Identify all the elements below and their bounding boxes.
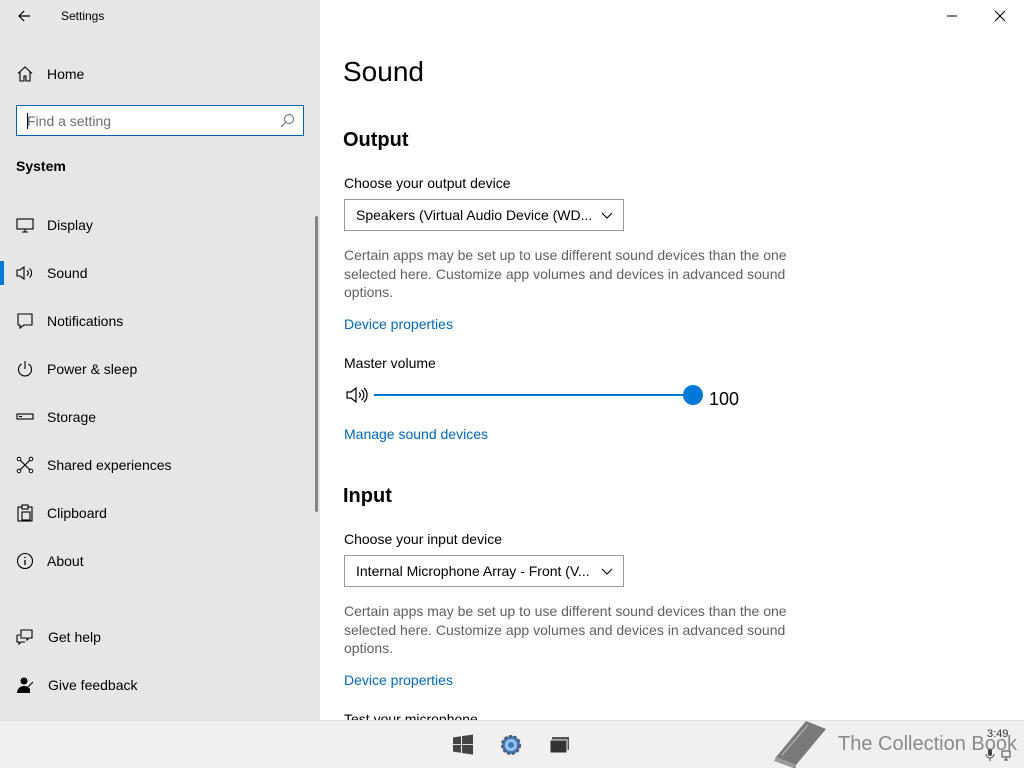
notification-icon: [17, 313, 33, 330]
input-description: Certain apps may be set up to use differ…: [344, 603, 787, 656]
output-heading: Output: [343, 129, 409, 151]
sidebar-item-clipboard[interactable]: Clipboard: [0, 493, 316, 533]
home-icon: [17, 66, 33, 82]
back-button[interactable]: [10, 4, 38, 28]
sidebar-item-label: About: [47, 553, 84, 569]
close-icon: [994, 10, 1006, 22]
sidebar-item-sound[interactable]: Sound: [0, 253, 316, 293]
sidebar-item-label: Display: [47, 217, 93, 233]
get-help-link[interactable]: Get help: [0, 617, 316, 657]
speaker-icon: [16, 265, 32, 281]
search-box[interactable]: [16, 105, 304, 136]
give-feedback-link[interactable]: Give feedback: [0, 665, 316, 705]
minimize-button[interactable]: [929, 0, 975, 32]
sidebar-item-shared-experiences[interactable]: Shared experiences: [0, 445, 316, 485]
power-icon: [17, 361, 33, 377]
microphone-icon[interactable]: [985, 749, 995, 761]
app-title: Settings: [61, 9, 105, 23]
input-device-dropdown[interactable]: Internal Microphone Array - Front (V...: [344, 555, 624, 587]
back-arrow-icon: [18, 10, 30, 22]
sidebar-item-label: Clipboard: [47, 505, 107, 521]
title-bar: Settings: [0, 0, 320, 32]
input-device-label: Choose your input device: [344, 531, 502, 547]
taskbar: The Collection Book 3:49: [0, 720, 1024, 768]
output-device-label: Choose your output device: [344, 175, 511, 191]
sidebar-item-label: Storage: [47, 409, 97, 425]
help-chat-icon: [16, 629, 33, 646]
book-logo-icon: [774, 721, 826, 768]
give-feedback-label: Give feedback: [48, 677, 138, 693]
minimize-icon: [947, 15, 957, 17]
clock[interactable]: 3:49: [987, 728, 1008, 740]
input-heading: Input: [343, 485, 392, 507]
windows-start-icon[interactable]: [451, 733, 475, 757]
active-indicator: [0, 261, 4, 285]
sidebar-item-label: Power & sleep: [47, 361, 138, 377]
feedback-person-icon: [17, 677, 34, 693]
slider-fill: [374, 394, 693, 396]
page-title: Sound: [343, 56, 424, 87]
sidebar-item-label: Shared experiences: [47, 457, 172, 473]
sidebar-item-home[interactable]: Home: [0, 58, 316, 90]
settings-gear-icon[interactable]: [499, 733, 523, 757]
output-device-dropdown[interactable]: Speakers (Virtual Audio Device (WD...: [344, 199, 624, 231]
sidebar-item-label: Sound: [47, 265, 88, 281]
master-volume-slider[interactable]: [374, 384, 703, 406]
sidebar-item-storage[interactable]: Storage: [0, 397, 316, 437]
test-microphone-label: Test your microphone: [344, 711, 478, 720]
main-content: Sound Output Choose your output device S…: [320, 0, 1024, 720]
sidebar-item-label: Notifications: [47, 313, 124, 329]
output-description: Certain apps may be set up to use differ…: [344, 247, 787, 300]
output-device-properties-link[interactable]: Device properties: [344, 316, 453, 332]
get-help-label: Get help: [48, 629, 101, 645]
sidebar-item-about[interactable]: About: [0, 541, 316, 581]
chevron-down-icon: [601, 212, 613, 219]
sidebar-item-notifications[interactable]: Notifications: [0, 301, 316, 341]
clipboard-icon: [17, 504, 33, 522]
sidebar-item-label: Home: [47, 66, 85, 82]
sidebar-item-power-sleep[interactable]: Power & sleep: [0, 349, 316, 389]
input-device-properties-link[interactable]: Device properties: [344, 672, 453, 688]
text-cursor: [27, 113, 28, 129]
sidebar-scrollbar[interactable]: [315, 216, 318, 512]
sidebar: Settings Home System Display Sound Notif…: [0, 0, 320, 720]
section-label: System: [16, 158, 66, 174]
manage-sound-devices-link[interactable]: Manage sound devices: [344, 426, 488, 442]
search-input[interactable]: [18, 107, 268, 134]
network-icon[interactable]: [1001, 749, 1011, 761]
storage-icon: [16, 413, 34, 420]
shared-icon: [16, 456, 34, 474]
chevron-down-icon: [601, 568, 613, 575]
input-device-value: Internal Microphone Array - Front (V...: [356, 563, 590, 579]
slider-thumb[interactable]: [683, 385, 703, 405]
search-icon[interactable]: [280, 113, 295, 128]
volume-icon[interactable]: [346, 385, 370, 405]
master-volume-value: 100: [709, 389, 740, 409]
output-device-value: Speakers (Virtual Audio Device (WD...: [356, 207, 593, 223]
close-button[interactable]: [977, 0, 1023, 32]
task-view-icon[interactable]: [548, 733, 572, 757]
monitor-icon: [16, 218, 34, 233]
sidebar-item-display[interactable]: Display: [0, 205, 316, 245]
master-volume-label: Master volume: [344, 355, 436, 371]
info-icon: [16, 552, 34, 570]
